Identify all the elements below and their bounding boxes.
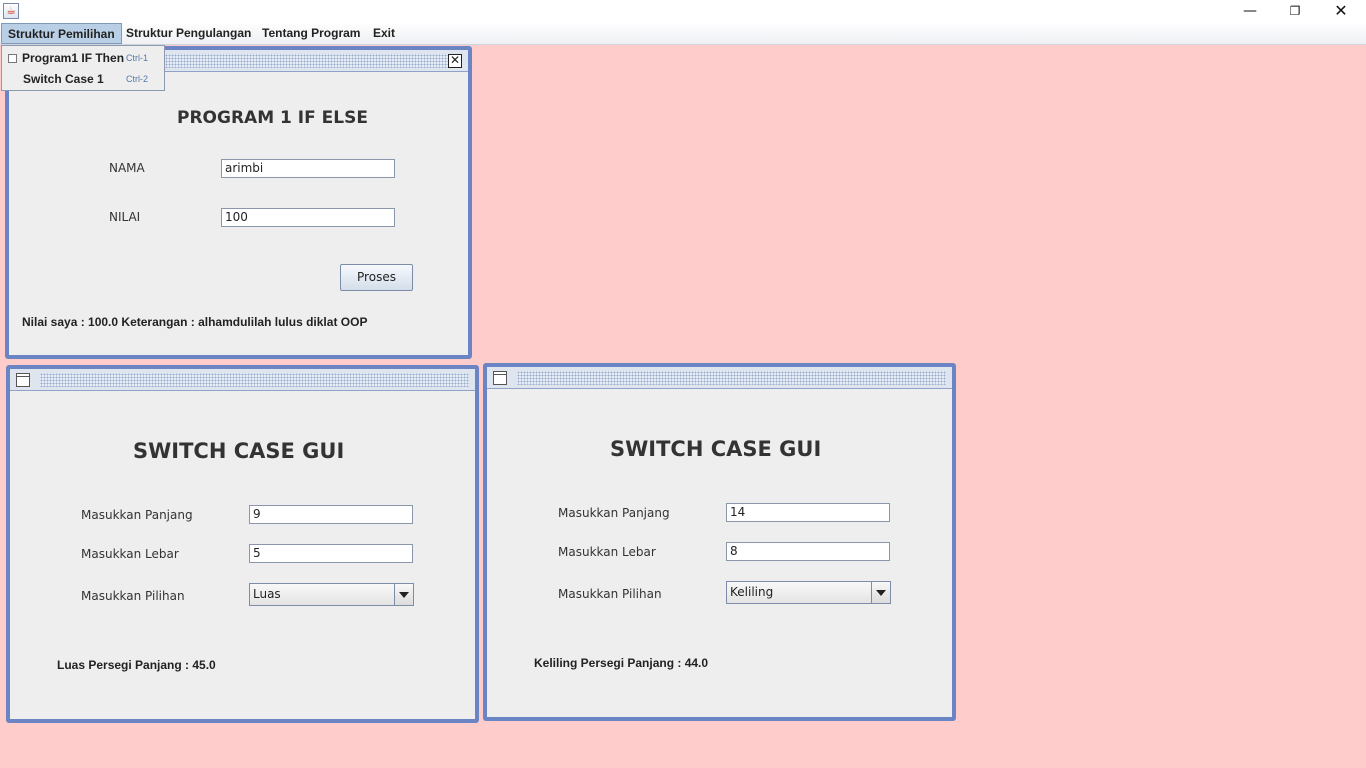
nama-label: NAMA: [109, 161, 145, 175]
frame-program-if-else: ✕ PROGRAM 1 IF ELSE NAMA arimbi NILAI 10…: [5, 46, 472, 359]
close-button[interactable]: ✕: [1318, 0, 1364, 22]
menu-item-label: Switch Case 1: [23, 72, 104, 86]
chevron-down-icon[interactable]: [394, 584, 413, 605]
menu-item-accelerator: Ctrl-1: [126, 53, 148, 63]
frame-titlebar[interactable]: [10, 369, 475, 391]
menu-tentang-program[interactable]: Tentang Program: [256, 23, 366, 44]
checkbox-icon[interactable]: [8, 54, 17, 63]
menu-item-switch-case-1[interactable]: Switch Case 1 Ctrl-2: [2, 69, 164, 89]
frame-close-icon[interactable]: ✕: [448, 54, 462, 68]
pilihan-selected-value: Luas: [253, 587, 281, 601]
pilihan-select[interactable]: Keliling: [726, 581, 891, 604]
window-icon[interactable]: [493, 371, 507, 385]
result-text: Nilai saya : 100.0 Keterangan : alhamdul…: [22, 315, 368, 329]
menu-bar: Struktur Pemilihan Struktur Pengulangan …: [0, 22, 1366, 45]
frame-heading: PROGRAM 1 IF ELSE: [177, 108, 368, 128]
frame-switch-case-2: SWITCH CASE GUI Masukkan Panjang 14 Masu…: [483, 363, 956, 721]
lebar-label: Masukkan Lebar: [558, 545, 656, 559]
lebar-input[interactable]: 8: [726, 542, 890, 561]
minimize-button[interactable]: —: [1227, 0, 1273, 22]
panjang-label: Masukkan Panjang: [558, 506, 670, 520]
lebar-input[interactable]: 5: [249, 544, 413, 563]
nama-input[interactable]: arimbi: [221, 159, 395, 178]
pilihan-label: Masukkan Pilihan: [558, 587, 662, 601]
window-titlebar: ☕ — ❐ ✕: [0, 0, 1366, 22]
lebar-label: Masukkan Lebar: [81, 547, 179, 561]
nilai-input[interactable]: 100: [221, 208, 395, 227]
titlebar-pattern: [40, 373, 469, 387]
pilihan-select[interactable]: Luas: [249, 583, 414, 606]
proses-button[interactable]: Proses: [340, 264, 413, 291]
java-icon[interactable]: ☕: [3, 3, 19, 19]
pilihan-selected-value: Keliling: [730, 585, 774, 599]
panjang-input[interactable]: 9: [249, 505, 413, 524]
titlebar-pattern: [517, 371, 946, 385]
maximize-button[interactable]: ❐: [1272, 0, 1318, 22]
menu-exit[interactable]: Exit: [367, 23, 401, 44]
menu-struktur-pemilihan[interactable]: Struktur Pemilihan: [1, 23, 122, 44]
menu-item-accelerator: Ctrl-2: [126, 74, 148, 84]
menu-item-label: Program1 IF Then: [22, 51, 125, 65]
struktur-pemilihan-dropdown: Program1 IF Then Ctrl-1 Switch Case 1 Ct…: [1, 45, 165, 91]
result-text: Keliling Persegi Panjang : 44.0: [534, 656, 709, 670]
panjang-label: Masukkan Panjang: [81, 508, 193, 522]
chevron-down-icon[interactable]: [871, 582, 890, 603]
frame-switch-case-1: SWITCH CASE GUI Masukkan Panjang 9 Masuk…: [6, 365, 479, 723]
window-icon[interactable]: [16, 373, 30, 387]
frame-titlebar[interactable]: [487, 367, 952, 389]
menu-struktur-pengulangan[interactable]: Struktur Pengulangan: [120, 23, 257, 44]
frame-heading: SWITCH CASE GUI: [610, 437, 822, 461]
pilihan-label: Masukkan Pilihan: [81, 589, 185, 603]
menu-item-program1-if-then[interactable]: Program1 IF Then Ctrl-1: [2, 48, 164, 68]
panjang-input[interactable]: 14: [726, 503, 890, 522]
nilai-label: NILAI: [109, 210, 141, 224]
result-text: Luas Persegi Panjang : 45.0: [57, 658, 216, 672]
frame-heading: SWITCH CASE GUI: [133, 439, 345, 463]
